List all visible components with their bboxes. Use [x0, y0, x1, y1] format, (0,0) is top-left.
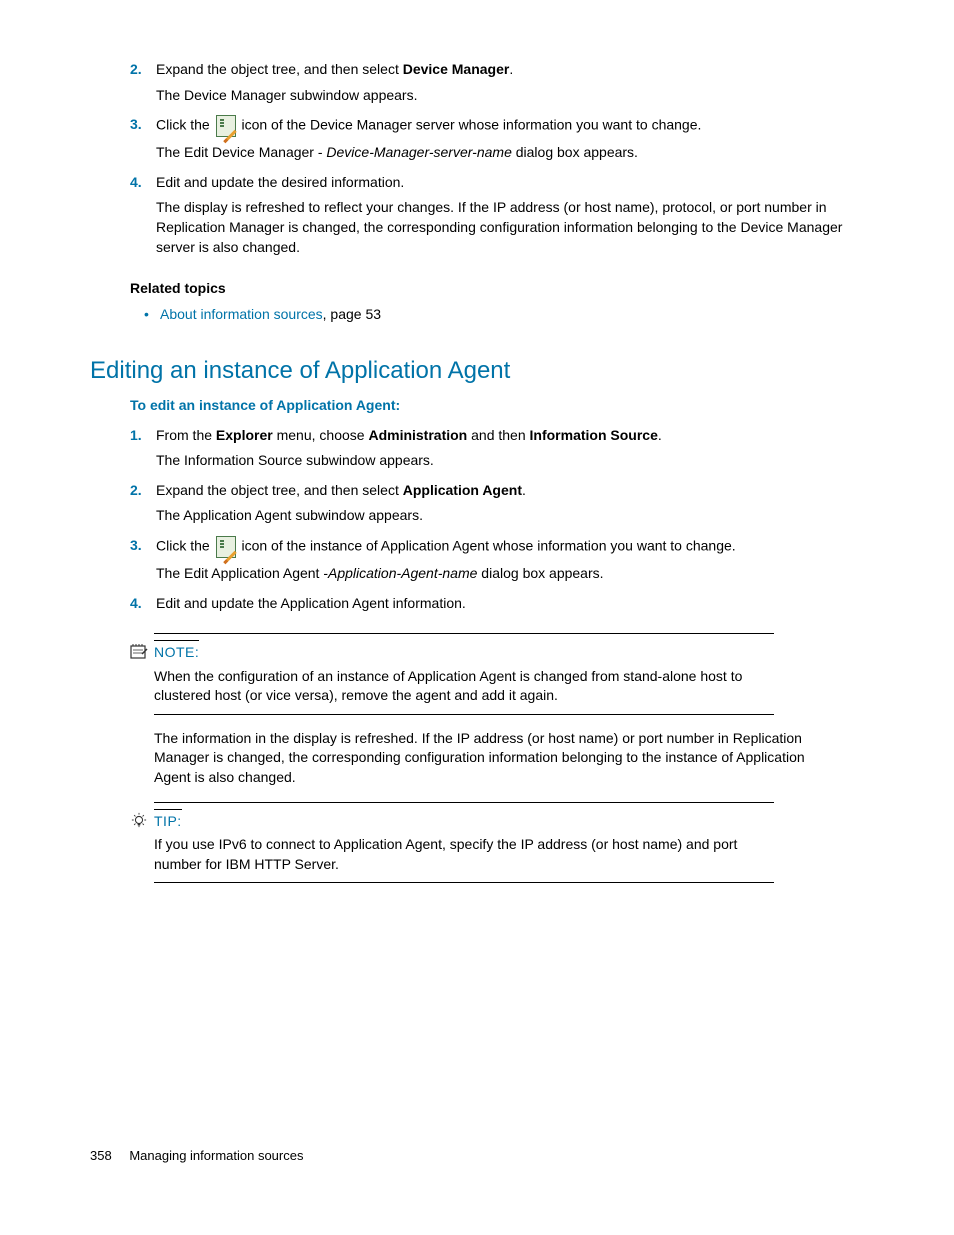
step-number: 4. — [130, 594, 156, 614]
text: The Device Manager subwindow appears. — [156, 86, 864, 106]
step-3: 3. Click the icon of the Device Manager … — [130, 115, 864, 169]
text: icon of the Device Manager server whose … — [238, 117, 702, 133]
bold-text: Explorer — [216, 427, 273, 443]
text: dialog box appears. — [512, 144, 638, 160]
text: The Information Source subwindow appears… — [156, 451, 864, 471]
note-callout: NOTE: When the configuration of an insta… — [154, 633, 864, 715]
step-body: Click the icon of the Device Manager ser… — [156, 115, 864, 169]
text: icon of the instance of Application Agen… — [238, 538, 736, 554]
text: The display is refreshed to reflect your… — [156, 198, 864, 257]
step-body: Click the icon of the instance of Applic… — [156, 536, 864, 590]
note-label: NOTE: — [154, 640, 199, 663]
step-number: 4. — [130, 173, 156, 193]
text: Expand the object tree, and then select — [156, 482, 403, 498]
sub-heading: To edit an instance of Application Agent… — [130, 396, 864, 416]
page-footer: 358 Managing information sources — [90, 1147, 303, 1165]
step-body: Edit and update the desired information.… — [156, 173, 864, 263]
text: Click the — [156, 538, 214, 554]
step-body: From the Explorer menu, choose Administr… — [156, 426, 864, 477]
text: . — [509, 61, 513, 77]
note-body: When the configuration of an instance of… — [154, 667, 774, 706]
edit-icon — [216, 115, 236, 137]
text: . — [658, 427, 662, 443]
related-link[interactable]: About information sources — [160, 306, 323, 322]
footer-title: Managing information sources — [129, 1148, 303, 1163]
step-4: 4. Edit and update the desired informati… — [130, 173, 864, 263]
step-body: Expand the object tree, and then select … — [156, 481, 864, 532]
bold-text: Information Source — [530, 427, 658, 443]
text: Edit and update the desired information. — [156, 173, 864, 193]
edit-icon — [216, 536, 236, 558]
text: dialog box appears. — [477, 565, 603, 581]
text: The Application Agent subwindow appears. — [156, 506, 864, 526]
text: From the — [156, 427, 216, 443]
note-icon — [130, 643, 148, 659]
bullet-icon: • — [144, 305, 160, 325]
page-heading: Editing an instance of Application Agent — [90, 354, 864, 388]
paragraph: The information in the display is refres… — [154, 729, 864, 788]
step-body: Expand the object tree, and then select … — [156, 60, 864, 111]
bold-text: Application Agent — [403, 482, 522, 498]
step-1: 1. From the Explorer menu, choose Admini… — [130, 426, 864, 477]
tip-body: If you use IPv6 to connect to Applicatio… — [154, 835, 774, 874]
list-item: • About information sources, page 53 — [144, 305, 864, 325]
italic-text: Application-Agent-name — [328, 565, 477, 581]
text: and then — [467, 427, 529, 443]
text: menu, choose — [273, 427, 369, 443]
text: The Edit Application Agent - — [156, 565, 328, 581]
tip-icon — [130, 812, 148, 828]
bold-text: Device Manager — [403, 61, 510, 77]
related-topics-heading: Related topics — [130, 279, 864, 299]
related-topics-list: • About information sources, page 53 — [144, 305, 864, 325]
step-2: 2. Expand the object tree, and then sele… — [130, 60, 864, 111]
step-number: 1. — [130, 426, 156, 446]
step-number: 3. — [130, 115, 156, 135]
tip-label: TIP: — [154, 809, 182, 832]
bold-text: Administration — [368, 427, 467, 443]
step-number: 2. — [130, 481, 156, 501]
text: The Edit Device Manager - — [156, 144, 326, 160]
step-3b: 3. Click the icon of the instance of App… — [130, 536, 864, 590]
text: Expand the object tree, and then select — [156, 61, 403, 77]
step-4b: 4. Edit and update the Application Agent… — [130, 594, 864, 620]
step-body: Edit and update the Application Agent in… — [156, 594, 864, 620]
step-number: 3. — [130, 536, 156, 556]
section1-steps: 2. Expand the object tree, and then sele… — [130, 60, 864, 883]
text: Edit and update the Application Agent in… — [156, 594, 864, 614]
step-number: 2. — [130, 60, 156, 80]
tip-callout: TIP: If you use IPv6 to connect to Appli… — [154, 802, 864, 884]
page-number: 358 — [90, 1148, 112, 1163]
step-2b: 2. Expand the object tree, and then sele… — [130, 481, 864, 532]
italic-text: Device-Manager-server-name — [326, 144, 511, 160]
text: , page 53 — [323, 306, 381, 322]
text: Click the — [156, 117, 214, 133]
text: . — [522, 482, 526, 498]
